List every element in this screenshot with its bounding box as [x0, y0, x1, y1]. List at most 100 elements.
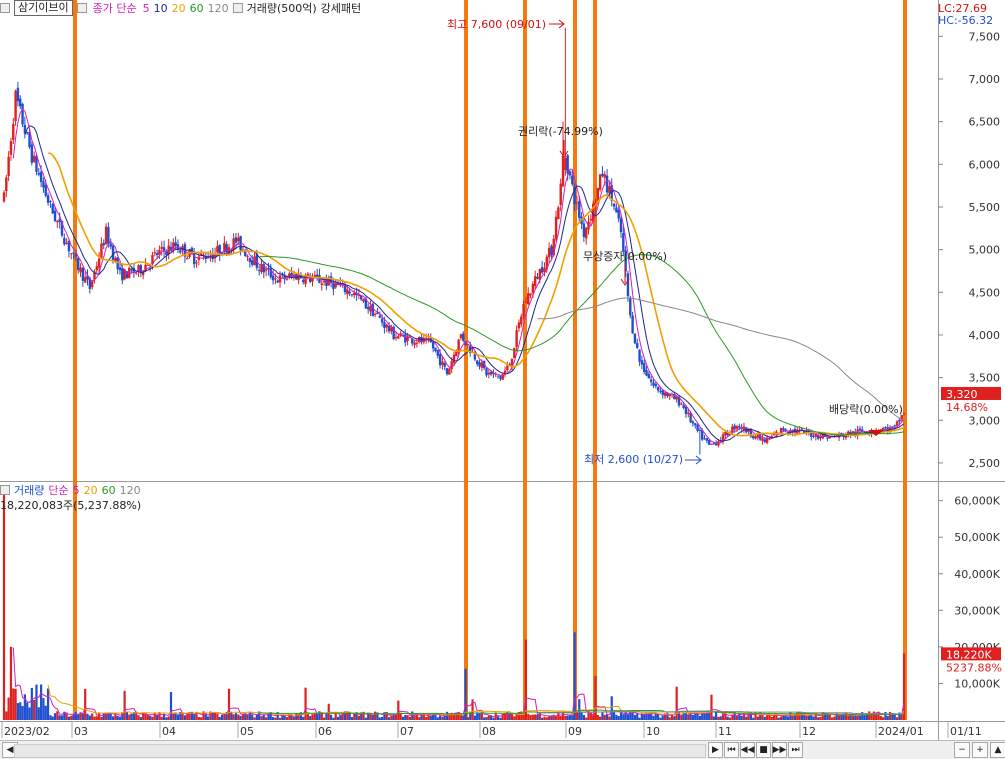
volume-bar: [870, 714, 873, 720]
volume-bar: [684, 712, 688, 720]
rewind-icon[interactable]: ◀◀: [740, 742, 755, 758]
high-annotation: 최고 7,600 (09/01): [447, 18, 546, 31]
zoom-in-icon[interactable]: +: [972, 742, 988, 758]
volume-tick-label: 10,000K: [954, 677, 1000, 690]
volume-bar: [612, 711, 616, 720]
price-badge-pct: 14.68%: [946, 401, 988, 414]
candle-body: [290, 273, 293, 276]
volume-bar: [566, 715, 569, 720]
candle-body: [633, 333, 637, 344]
volume-bar: [858, 715, 862, 720]
candle-body: [735, 426, 739, 429]
candle-body: [111, 245, 115, 260]
candle-body: [684, 406, 688, 415]
vol-toggle-checkbox[interactable]: [232, 3, 243, 13]
candle-body: [694, 423, 697, 426]
candle-body: [884, 427, 887, 429]
volume-bar: [879, 715, 882, 720]
candle-body: [385, 324, 388, 328]
last-icon[interactable]: ⏭: [788, 742, 803, 758]
volume-bar: [149, 715, 152, 720]
candle-body: [100, 243, 103, 259]
candle-body: [264, 269, 268, 271]
volume-bar: [441, 716, 444, 720]
volume-bar: [137, 715, 140, 720]
volume-bar: [582, 714, 585, 720]
signal-bar: [903, 0, 907, 720]
candle-body: [703, 438, 706, 440]
candle-body: [656, 386, 660, 391]
volume-bar: [527, 713, 530, 720]
panel-toggle-checkbox[interactable]: [0, 3, 10, 13]
candle-body: [53, 210, 57, 222]
candle-body: [450, 361, 453, 370]
date-tick-label: 04: [162, 725, 176, 738]
candle-body: [612, 203, 616, 207]
candle-body: [682, 405, 685, 409]
volume-bar: [304, 687, 307, 720]
candle-body: [350, 294, 354, 296]
hc-label: HC:-56.32: [938, 14, 993, 27]
volume-bar: [408, 716, 412, 720]
candle-body: [485, 368, 488, 376]
volume-bar: [86, 713, 89, 720]
candle-body: [819, 436, 822, 439]
volume-bar: [364, 717, 367, 720]
volume-bar: [165, 717, 168, 720]
candle-body: [812, 435, 815, 437]
volume-bar: [594, 676, 597, 720]
volume-bar: [715, 711, 718, 720]
volume-bar: [791, 715, 794, 720]
volume-bar: [828, 714, 831, 720]
volume-bar: [819, 716, 822, 720]
volume-tick-label: 30,000K: [954, 604, 1000, 617]
scroll-right-icon[interactable]: ▶: [708, 742, 723, 758]
zoom-out-icon[interactable]: −: [954, 742, 970, 758]
volume-bar: [462, 715, 465, 720]
candle-body: [42, 181, 45, 188]
candle-body: [438, 354, 442, 366]
candle-body: [346, 289, 349, 295]
volume-bar: [561, 712, 565, 720]
stock-name[interactable]: 삼기이브이: [14, 0, 73, 16]
date-tick-label: 12: [802, 725, 816, 738]
volume-bar: [886, 716, 889, 720]
candle-body: [513, 347, 516, 359]
volume-bar: [726, 716, 729, 720]
candle-body: [561, 155, 565, 187]
volume-bar: [56, 711, 59, 720]
forward-icon[interactable]: ▶▶: [772, 742, 787, 758]
volume-bar: [698, 715, 701, 720]
volume-detail: 18,220,083주(5,237.88%): [0, 499, 142, 512]
volume-bar: [16, 703, 20, 720]
candle-body: [248, 257, 252, 263]
candle-body: [63, 237, 66, 245]
ma-toggle-checkbox[interactable]: [76, 3, 87, 13]
date-tick-label: 08: [482, 725, 496, 738]
vol-panel-checkbox[interactable]: [0, 485, 10, 495]
candle-body: [536, 276, 539, 279]
stop-icon[interactable]: ■: [756, 742, 771, 758]
candle-body: [763, 439, 767, 442]
volume-bar: [40, 684, 43, 720]
candle-body: [366, 307, 370, 310]
candle-body: [663, 392, 667, 396]
volume-bar: [568, 714, 572, 720]
first-icon[interactable]: ⏮: [724, 742, 739, 758]
candle-body: [97, 258, 101, 268]
candle-body: [436, 349, 439, 356]
candle-body: [424, 337, 428, 339]
pattern-label: 강세패턴: [320, 2, 362, 15]
candle-body: [522, 304, 525, 317]
zoom-buttons: − + ▲ A: [952, 742, 1005, 758]
horizontal-scrollbar[interactable]: [14, 744, 706, 758]
date-tick-label: 10: [646, 725, 660, 738]
volume-bar: [21, 706, 24, 720]
nav-buttons: ▶ ⏮ ◀◀ ■ ▶▶ ⏭: [707, 742, 803, 758]
date-tick-label: 07: [400, 725, 414, 738]
candle-body: [782, 428, 785, 431]
candle-body: [19, 98, 22, 107]
pin-icon[interactable]: ▲: [990, 742, 1005, 758]
volume-bar: [151, 716, 154, 720]
volume-bar: [531, 714, 534, 720]
